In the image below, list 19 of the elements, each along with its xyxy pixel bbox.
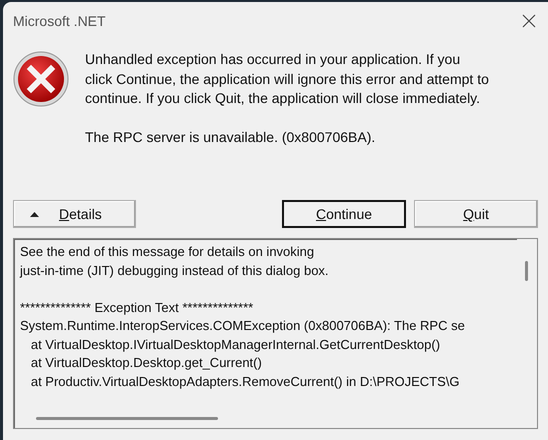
details-button[interactable]: Details xyxy=(13,200,136,228)
details-line: at Productiv.VirtualDesktopAdapters.RemoveCurrent() in D:\PROJECTS\G xyxy=(30,372,461,391)
error-icon xyxy=(13,51,69,107)
details-line: See the end of this message for details on invoking xyxy=(20,243,316,261)
details-text-area[interactable] xyxy=(13,238,538,429)
details-line: ************** Exception Text ************** xyxy=(20,298,254,317)
details-line: System.Runtime.InteropServices.COMException (0x800706BA): The RPC se xyxy=(20,317,466,335)
message-text: The RPC server is unavailable. (0x800706BA). xyxy=(85,128,376,147)
details-line: just-in-time (JIT) debugging instead of this dialog box. xyxy=(20,262,330,280)
continue-button[interactable]: Continue xyxy=(282,200,406,228)
details-line: at VirtualDesktop.Desktop.get_Current() xyxy=(30,354,263,372)
scrollbar-thumb[interactable] xyxy=(36,417,218,420)
quit-button[interactable]: Quit xyxy=(414,200,538,228)
scrollbar-thumb[interactable] xyxy=(525,261,528,281)
window-title: Microsoft .NET xyxy=(13,13,106,29)
details-line: at VirtualDesktop.IVirtualDesktopManagerInternal.GetCurrentDesktop() xyxy=(30,336,442,354)
triangle-icon xyxy=(30,212,39,216)
close-icon[interactable] xyxy=(522,14,536,28)
message-text: Unhandled exception has occurred in your application. If you click Continue, the application will ignore this error and attempt to continue. If you click Quit, the application will close immediately. xyxy=(85,50,490,108)
